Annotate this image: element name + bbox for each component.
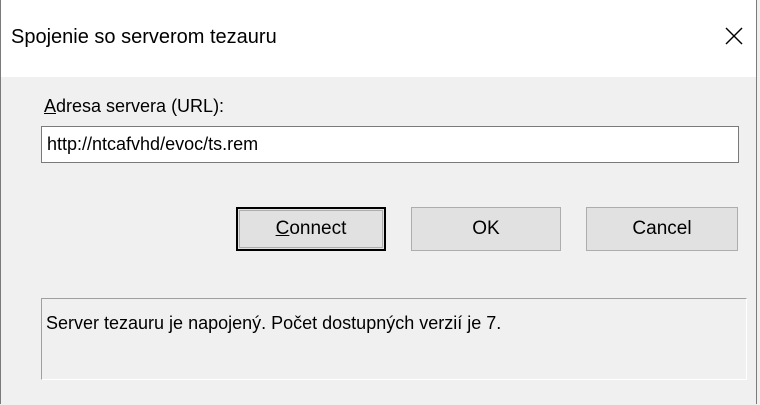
dialog-title: Spojenie so serverom tezauru: [11, 26, 277, 48]
connect-button-accelerator: C: [275, 218, 290, 239]
thesaurus-server-dialog: Spojenie so serverom tezauru Adresa serv…: [0, 0, 757, 404]
connect-button-label: onnect: [289, 218, 347, 239]
status-message: Server tezauru je napojený. Počet dostup…: [46, 313, 502, 333]
cancel-button[interactable]: Cancel: [586, 207, 738, 251]
server-url-input[interactable]: [41, 126, 739, 163]
connect-button[interactable]: Connect: [236, 207, 386, 251]
ok-button-label: OK: [472, 218, 500, 239]
close-icon: [725, 27, 743, 45]
ok-button[interactable]: OK: [411, 207, 561, 251]
server-url-label-accelerator: A: [44, 96, 57, 116]
title-bar: Spojenie so serverom tezauru: [1, 0, 756, 77]
cancel-button-label: Cancel: [632, 218, 692, 239]
status-panel: Server tezauru je napojený. Počet dostup…: [41, 298, 747, 380]
server-url-label: Adresa servera (URL):: [44, 96, 224, 117]
close-button[interactable]: [711, 16, 757, 56]
server-url-label-text: dresa servera (URL):: [56, 96, 225, 116]
